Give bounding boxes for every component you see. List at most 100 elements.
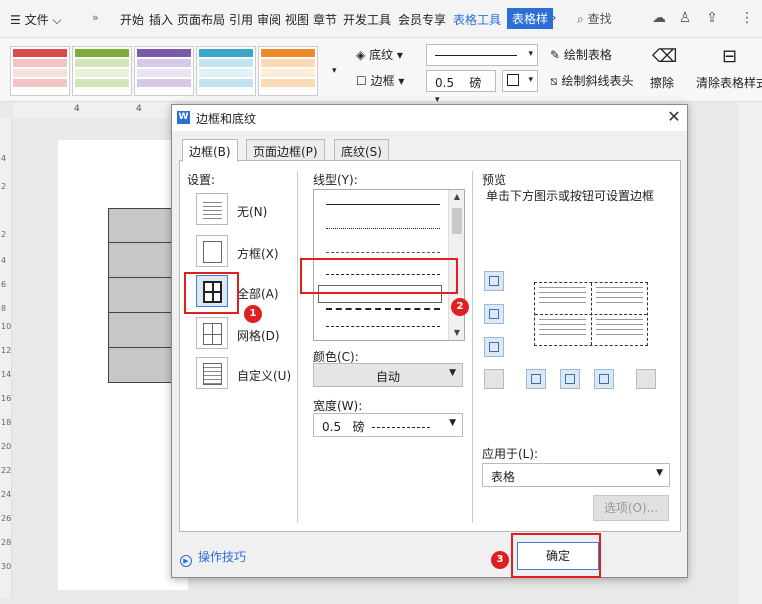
search-button[interactable]: ⌕ 查找 (577, 10, 612, 27)
ruler-tick: 4 (74, 104, 80, 114)
close-icon[interactable]: ✕ (664, 107, 684, 127)
border-icon: ☐ (356, 74, 367, 88)
tab-section[interactable]: 章节 (313, 11, 337, 28)
ruler-tick: 8 (1, 304, 7, 313)
shading-button[interactable]: ◈ 底纹 ▾ (356, 46, 403, 63)
preview-right-border-button[interactable] (594, 369, 614, 389)
clear-style-button[interactable]: 清除表格样式 (696, 74, 762, 91)
setting-none-icon[interactable] (196, 193, 228, 225)
table-style-teal[interactable] (196, 46, 256, 96)
tab-borders[interactable]: 边框(B) (182, 139, 238, 162)
width-select[interactable]: 0.5 磅 ▼ (313, 413, 463, 437)
search-icon: ⌕ (577, 12, 584, 26)
user-add-icon[interactable]: ♙ (676, 9, 694, 27)
expand-icon[interactable]: » (92, 11, 99, 24)
setting-grid-label[interactable]: 网格(D) (237, 327, 280, 344)
line-style-long-dash[interactable] (326, 308, 440, 310)
table-row[interactable] (108, 313, 174, 348)
ruler-tick: 30 (1, 562, 12, 571)
color-select[interactable]: 自动 ▼ (313, 363, 463, 387)
table-style-green[interactable] (72, 46, 132, 96)
setting-all-label[interactable]: 全部(A) (237, 285, 279, 302)
preview-top-border-button[interactable] (484, 271, 504, 291)
pencil-table-icon: ✎ (550, 48, 561, 62)
tab-review[interactable]: 审阅 (257, 11, 281, 28)
preview-label: 预览 (482, 173, 507, 187)
preview-inner-horizontal-button[interactable] (484, 304, 504, 324)
shading-label: 底纹 (369, 48, 394, 62)
setting-grid-icon[interactable] (196, 317, 228, 349)
play-icon: ▶ (180, 555, 192, 567)
border-preview[interactable] (534, 282, 648, 346)
setting-custom-label[interactable]: 自定义(U) (237, 367, 291, 384)
setting-box-label[interactable]: 方框(X) (237, 245, 279, 262)
cloud-icon[interactable]: ☁ (650, 9, 668, 27)
line-width-select[interactable]: 0.5 磅 ▾ (426, 70, 496, 105)
menu-file[interactable]: ☰ 文件 ⌵ (10, 11, 62, 28)
line-color-select[interactable]: ▾ (502, 70, 538, 92)
document-table[interactable] (108, 208, 174, 383)
more-icon[interactable]: ⋮ (738, 9, 756, 27)
line-style-solid[interactable] (326, 204, 440, 205)
apply-to-select[interactable]: 表格 ▼ (482, 463, 670, 487)
preview-left-border-button[interactable] (526, 369, 546, 389)
draw-diagonal-label: 绘制斜线表头 (561, 74, 634, 88)
draw-table-button[interactable]: ✎ 绘制表格 (550, 46, 612, 63)
draw-diagonal-button[interactable]: ⧅ 绘制斜线表头 (550, 72, 633, 89)
tab-page-borders[interactable]: 页面边框(P) (246, 139, 325, 161)
border-button[interactable]: ☐ 边框 ▾ (356, 72, 404, 89)
apply-to-value: 表格 (491, 470, 516, 484)
width-value: 0.5 (322, 420, 342, 434)
table-row[interactable] (108, 278, 174, 313)
styles-more-icon[interactable]: ▾ (332, 66, 337, 76)
line-style-fine-dash[interactable] (326, 252, 440, 253)
ruler-tick: 2 (1, 182, 7, 191)
scroll-up-icon[interactable]: ▲ (449, 190, 464, 204)
tab-insert[interactable]: 插入 (149, 11, 173, 28)
tab-table-style[interactable]: 表格样 (507, 8, 554, 29)
share-icon[interactable]: ⇪ (703, 9, 721, 27)
chevron-down-icon: ▼ (449, 418, 456, 428)
ribbon: ▾ ◈ 底纹 ▾ ☐ 边框 ▾ ▾ 0.5 磅 ▾ ▾ ✎ 绘制表格 ⧅ 绘制斜… (0, 38, 762, 105)
erase-button[interactable]: 擦除 (650, 74, 674, 91)
ruler-tick: 16 (1, 394, 12, 403)
document-scrollbar[interactable] (738, 102, 762, 604)
preview-inner-vertical-button[interactable] (560, 369, 580, 389)
ruler-tick: 20 (1, 442, 12, 451)
vertical-ruler: 4 2 2 4 6 8 10 12 14 16 18 20 22 24 26 2… (0, 118, 12, 598)
options-button[interactable]: 选项(O)... (593, 495, 669, 521)
dialog-title: 边框和底纹 (196, 112, 257, 126)
table-row[interactable] (108, 208, 174, 243)
setting-none-label[interactable]: 无(N) (237, 203, 267, 220)
tab-member[interactable]: 会员专享 (398, 11, 446, 28)
preview-diagonal-down-button[interactable] (636, 369, 656, 389)
line-style-dash-dot[interactable] (326, 326, 440, 327)
tab-shading[interactable]: 底纹(S) (334, 139, 389, 161)
preview-bottom-border-button[interactable] (484, 337, 504, 357)
line-width-value: 0.5 (435, 76, 455, 90)
table-style-purple[interactable] (134, 46, 194, 96)
tab-developer[interactable]: 开发工具 (343, 11, 391, 28)
table-style-red[interactable] (10, 46, 70, 96)
paint-bucket-icon: ◈ (356, 48, 366, 62)
line-style-dotted[interactable] (326, 228, 440, 229)
table-row[interactable] (108, 348, 174, 383)
tips-link[interactable]: ▶ 操作技巧 (180, 548, 246, 567)
line-style-select[interactable]: ▾ (426, 44, 538, 66)
tab-layout[interactable]: 页面布局 (177, 11, 225, 28)
dialog-titlebar[interactable]: W 边框和底纹 ✕ (172, 105, 687, 131)
ruler-tick: 4 (1, 256, 7, 265)
chevron-right-icon[interactable]: › (552, 11, 556, 24)
table-row[interactable] (108, 243, 174, 278)
setting-custom-icon[interactable] (196, 357, 228, 389)
tab-view[interactable]: 视图 (285, 11, 309, 28)
table-style-orange[interactable] (258, 46, 318, 96)
chevron-down-icon: ▾ (528, 49, 533, 59)
setting-box-icon[interactable] (196, 235, 228, 267)
preview-diagonal-up-button[interactable] (484, 369, 504, 389)
tab-table-tools[interactable]: 表格工具 (453, 11, 501, 28)
scroll-thumb[interactable] (452, 208, 462, 234)
tab-start[interactable]: 开始 (120, 11, 144, 28)
scroll-down-icon[interactable]: ▼ (449, 326, 464, 340)
tab-references[interactable]: 引用 (229, 11, 253, 28)
